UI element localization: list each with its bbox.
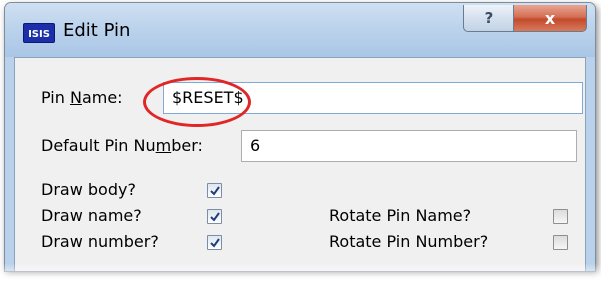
rotate-pin-number-label: Rotate Pin Number? <box>329 232 489 251</box>
draw-number-label: Draw number? <box>41 232 159 251</box>
edit-pin-dialog: ISIS Edit Pin ? x Pin Name: $RESET$ Defa… <box>4 2 596 272</box>
app-icon-text: ISIS <box>28 29 50 40</box>
draw-name-checkbox[interactable] <box>207 209 222 224</box>
help-button[interactable]: ? <box>463 5 515 32</box>
draw-body-checkbox[interactable] <box>207 183 222 198</box>
checkmark-icon <box>210 212 220 222</box>
bottom-fade <box>0 263 601 281</box>
close-button[interactable]: x <box>513 5 587 32</box>
pin-name-accelerator: N <box>69 88 82 107</box>
close-icon: x <box>544 8 556 28</box>
title-bar[interactable]: ISIS Edit Pin ? x <box>5 3 595 57</box>
pin-name-label: Pin Name: <box>41 88 123 107</box>
draw-number-checkbox[interactable] <box>207 235 222 250</box>
isis-app-icon: ISIS <box>23 23 55 43</box>
window-title: Edit Pin <box>63 20 131 41</box>
draw-body-label: Draw body? <box>41 180 136 199</box>
rotate-pin-number-checkbox[interactable] <box>553 235 568 250</box>
default-pin-number-field[interactable]: 6 <box>241 130 577 162</box>
default-pin-number-accelerator: m <box>155 136 172 155</box>
checkmark-icon <box>210 238 220 248</box>
default-pin-number-label: Default Pin Number: <box>41 136 203 155</box>
pin-name-field[interactable]: $RESET$ <box>163 82 583 114</box>
checkmark-icon <box>210 186 220 196</box>
rotate-pin-name-checkbox[interactable] <box>553 209 568 224</box>
dialog-body: Pin Name: $RESET$ Default Pin Number: 6 … <box>14 57 586 271</box>
help-icon: ? <box>484 9 494 27</box>
draw-name-label: Draw name? <box>41 206 142 225</box>
rotate-pin-name-label: Rotate Pin Name? <box>329 206 472 225</box>
